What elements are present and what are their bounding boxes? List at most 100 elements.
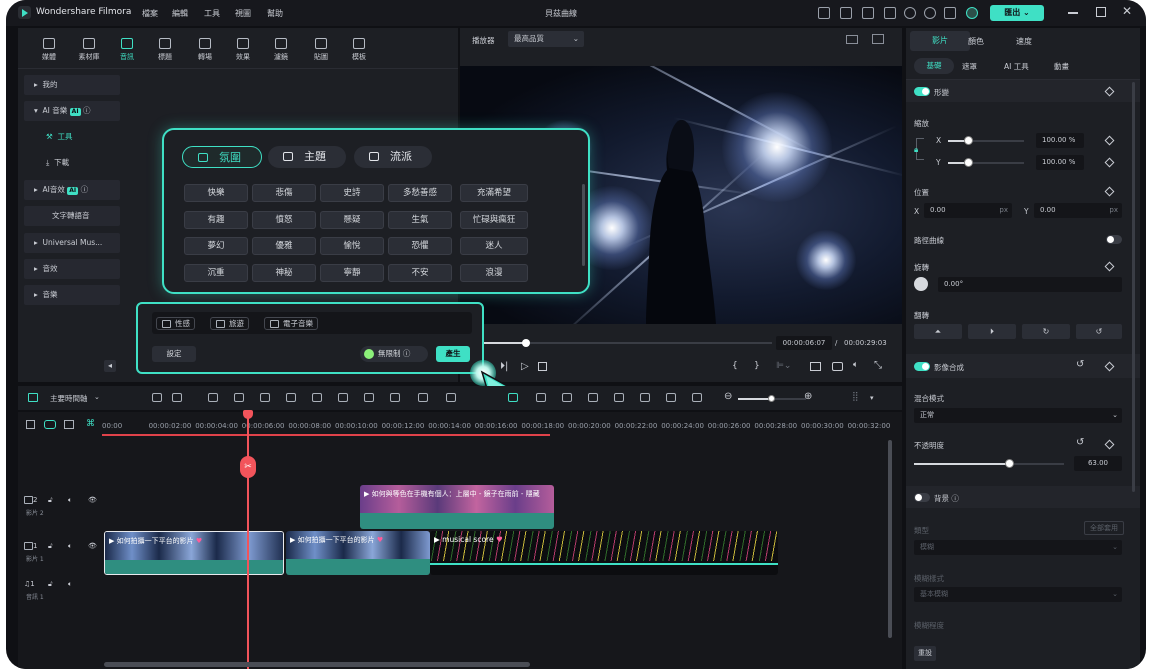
playback-scrubber[interactable]	[476, 339, 772, 347]
unlimited-badge[interactable]: 無限制 ⓘ	[360, 346, 428, 362]
subtab-animation[interactable]: 動畫	[1054, 61, 1069, 72]
mood-chip[interactable]: 史詩	[320, 184, 384, 202]
mood-chip[interactable]: 生氣	[388, 211, 452, 229]
sidebar-item-sfx[interactable]: ▸ 音效	[24, 259, 120, 279]
tab-speed[interactable]: 速度	[1016, 36, 1032, 47]
lock-icon[interactable]: 🔓︎	[48, 580, 53, 589]
tab-audio[interactable]: 音訊	[112, 38, 142, 62]
mark-in-icon[interactable]: {	[732, 361, 738, 371]
subtab-mask[interactable]: 遮罩	[962, 61, 977, 72]
link-icon[interactable]	[44, 420, 56, 429]
keyframe-panel-icon[interactable]	[666, 393, 676, 402]
grid-dots-icon[interactable]: ⣿	[852, 392, 859, 402]
fullscreen-icon[interactable]: ⤡	[874, 360, 882, 371]
zoom-out-icon[interactable]: ⊖	[724, 391, 732, 402]
tag-chip[interactable]: 性感	[156, 317, 195, 330]
track-layers-icon[interactable]	[64, 420, 74, 429]
rotate-right-icon[interactable]: ↻	[1022, 324, 1070, 339]
subtab-basic[interactable]: 基礎	[914, 58, 954, 74]
scale-x-slider[interactable]	[948, 136, 1024, 145]
position-x-input[interactable]: 0.00 px	[924, 203, 1012, 218]
zoom-in-icon[interactable]: ⊕	[804, 391, 812, 402]
clip-video2[interactable]: ▶ 如何與等色在手機有個人：上層中 - 鏡子在雨前 - 隱藏	[360, 485, 554, 529]
clip-video1-c[interactable]: ▶ musical score ♥	[430, 531, 778, 575]
inspector-scrollbar[interactable]	[1132, 82, 1135, 492]
notes-icon[interactable]	[840, 7, 852, 19]
mood-chip[interactable]: 沉重	[184, 264, 248, 282]
home-icon[interactable]	[28, 393, 38, 402]
maximize-icon[interactable]	[1096, 7, 1106, 17]
scale-y-slider[interactable]	[948, 158, 1024, 167]
zoom-slider[interactable]	[738, 395, 806, 402]
cloud-icon[interactable]	[904, 7, 916, 19]
opacity-slider[interactable]	[914, 459, 1064, 468]
work-area-bar[interactable]	[102, 434, 550, 436]
flip-horizontal-icon[interactable]: ⏵	[968, 324, 1016, 339]
tab-media[interactable]: 媒體	[34, 38, 64, 62]
record-voice-icon[interactable]	[614, 393, 624, 402]
sidebar-item-universal-music[interactable]: ▸ Universal Mus...	[24, 233, 120, 253]
mood-chip[interactable]: 多愁善感	[388, 184, 452, 202]
sidebar-item-tts[interactable]: 文字轉語音	[24, 206, 120, 226]
marker-icon[interactable]	[588, 393, 598, 402]
select-tool-icon[interactable]	[172, 393, 182, 402]
clip-video1-b[interactable]: ▶ 如何拍攝一下平台的影片 ♥	[286, 531, 430, 575]
sidebar-item-tools[interactable]: ⚒ 工具	[24, 127, 120, 147]
avatar[interactable]	[966, 7, 978, 19]
rotate-input[interactable]: 0.00°	[938, 277, 1122, 292]
sidebar-item-ai-music[interactable]: ▾ AI 音樂 AI ⓘ	[24, 101, 120, 121]
menu-view[interactable]: 視圖	[235, 8, 251, 19]
timeline-vertical-scrollbar[interactable]	[888, 440, 892, 638]
mood-chip[interactable]: 懸疑	[320, 211, 384, 229]
lock-icon[interactable]: 🔓︎	[48, 542, 53, 551]
subtitle-icon[interactable]	[640, 393, 650, 402]
more-icon[interactable]	[446, 393, 456, 402]
snapshot-grid-icon[interactable]	[846, 35, 858, 44]
clip-video1-a[interactable]: ▶ 如何拍攝一下平台的影片 ♥	[104, 531, 284, 575]
eye-icon[interactable]: 👁︎	[88, 496, 97, 504]
stop-icon[interactable]	[538, 362, 547, 371]
tab-stickers[interactable]: 貼圖	[306, 38, 336, 62]
play-icon[interactable]: ▷	[521, 361, 529, 372]
cut-icon[interactable]	[286, 393, 296, 402]
close-icon[interactable]: ✕	[1122, 5, 1132, 17]
smart-cutout-icon[interactable]	[536, 393, 546, 402]
tab-transitions[interactable]: 轉場	[190, 38, 220, 62]
tab-filters[interactable]: 濾鏡	[266, 38, 296, 62]
tab-genre[interactable]: 流派	[354, 146, 432, 168]
add-track-icon[interactable]	[26, 420, 35, 429]
export-button[interactable]: 匯出 ⌄	[990, 5, 1044, 21]
timeline-horizontal-scrollbar[interactable]	[104, 662, 530, 667]
help-icon[interactable]: ⓘ	[403, 349, 411, 358]
tab-templates[interactable]: 模板	[344, 38, 374, 62]
tab-theme[interactable]: 主題	[268, 146, 346, 168]
scale-y-input[interactable]: 100.00 %	[1036, 155, 1084, 170]
generate-button[interactable]: 產生	[436, 346, 470, 362]
shape-icon[interactable]	[390, 393, 400, 402]
magnet-icon[interactable]: ⌘	[86, 419, 95, 429]
help-icon[interactable]: ⓘ	[951, 494, 959, 503]
apply-all-button[interactable]: 全部套用	[1084, 521, 1124, 535]
sidebar-item-mine[interactable]: ▸ 我的	[24, 75, 120, 95]
playhead[interactable]	[247, 410, 249, 669]
tab-mood[interactable]: 氛圍	[182, 146, 262, 168]
menu-file[interactable]: 檔案	[142, 8, 158, 19]
tab-color[interactable]: 顏色	[968, 36, 984, 47]
redo-icon[interactable]	[234, 393, 244, 402]
sidebar-item-music[interactable]: ▸ 音樂	[24, 285, 120, 305]
mood-chip[interactable]: 浪漫	[460, 264, 528, 282]
reset-icon[interactable]: ↺	[1076, 437, 1084, 448]
text-icon[interactable]	[364, 393, 374, 402]
color-match-icon[interactable]	[418, 393, 428, 402]
grid-icon[interactable]	[944, 7, 956, 19]
image-icon[interactable]	[872, 34, 884, 44]
mood-chip[interactable]: 優雅	[252, 237, 316, 255]
tab-stock[interactable]: 素材庫	[74, 38, 104, 62]
headset-icon[interactable]	[924, 7, 936, 19]
path-curve-toggle[interactable]	[1106, 235, 1122, 244]
rotate-dial[interactable]	[914, 277, 928, 291]
snapshot-icon[interactable]	[692, 393, 702, 402]
settings-button[interactable]: 設定	[152, 346, 196, 362]
insert-icon[interactable]: ⊫⌄	[776, 361, 791, 371]
transform-toggle[interactable]	[914, 87, 930, 96]
